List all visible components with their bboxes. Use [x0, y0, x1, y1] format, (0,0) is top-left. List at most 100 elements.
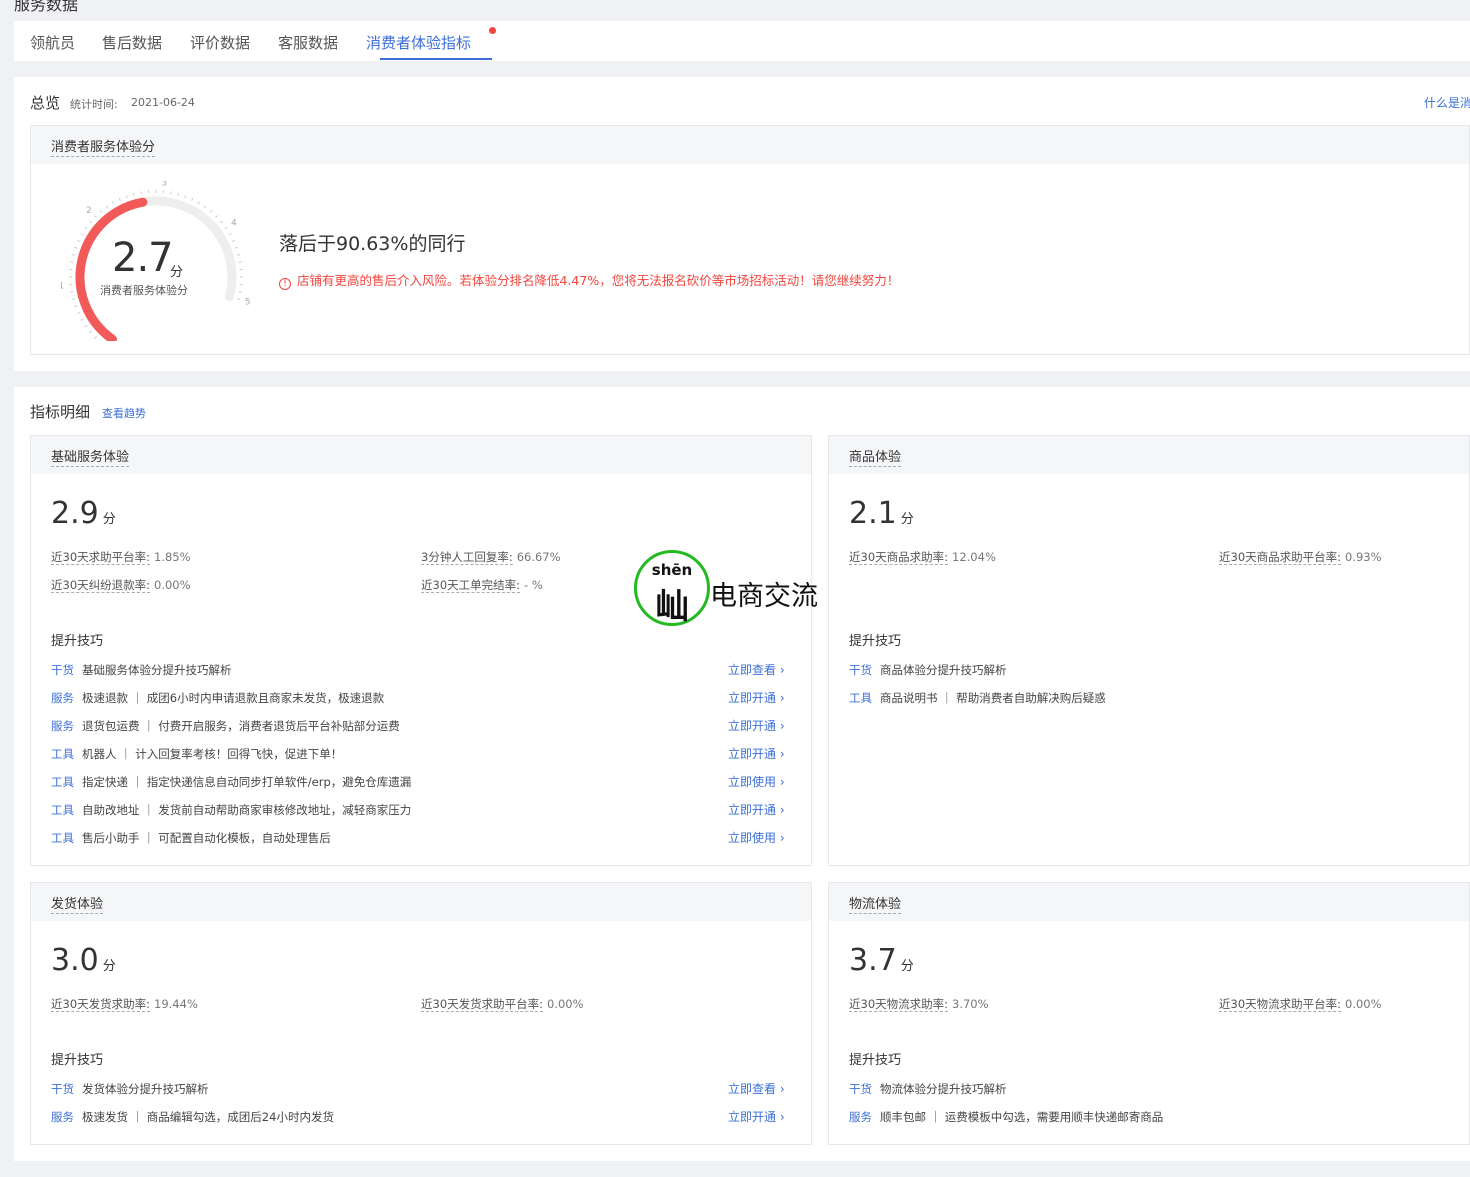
tip-action-link[interactable]: 立即查看 ›: [728, 661, 785, 678]
gauge-tick: [74, 246, 78, 249]
gauge-tick: [234, 246, 238, 249]
metric-value: 0.00%: [154, 578, 191, 592]
tips-title: 提升技巧: [849, 1053, 902, 1068]
gauge-tick-label: 2: [86, 206, 92, 216]
peer-rank-text: 落后于90.63%的同行: [279, 233, 466, 255]
tip-tag: 工具: [51, 803, 74, 817]
tab-bar: 领航员 售后数据 评价数据 客服数据 消费者体验指标: [14, 21, 1470, 61]
watermark: shēn 屾 电商交流: [634, 550, 844, 630]
gauge-tick: [209, 210, 213, 213]
tip-item: 干货 物流体验分提升技巧解析: [849, 1081, 1007, 1097]
score-value: 3.0: [51, 943, 99, 978]
gauge-tick: [184, 195, 187, 199]
tips-title: 提升技巧: [849, 634, 902, 649]
stat-date-label: 统计时间:: [70, 98, 118, 111]
metric-label: 近30天物流求助率:: [849, 997, 949, 1012]
tip-action-link[interactable]: 立即开通 ›: [728, 717, 785, 734]
tip-text: 退货包运费 ｜ 付费开启服务，消费者退货后平台补贴部分运费: [82, 719, 400, 733]
tip-action-link[interactable]: 立即开通 ›: [728, 745, 785, 762]
metric-label: 近30天物流求助平台率:: [1219, 997, 1342, 1012]
tip-item: 干货 基础服务体验分提升技巧解析: [51, 662, 232, 678]
gauge-tick: [105, 205, 109, 209]
metric-item: 3分钟人工回复率: 66.67%: [421, 549, 561, 565]
metric-value: 12.04%: [952, 550, 996, 564]
tip-action-link[interactable]: 立即查看 ›: [728, 1080, 785, 1097]
gauge-tick: [231, 239, 236, 242]
tip-action-link[interactable]: 立即使用 ›: [728, 773, 785, 790]
overview-panel: 总览 统计时间: 2021-06-24 什么是消 消费者服务体验分 012345…: [14, 77, 1470, 371]
gauge-tick: [228, 233, 232, 236]
card-title: 商品体验: [849, 446, 902, 467]
tip-tag: 工具: [51, 775, 74, 789]
tip-action-link[interactable]: 立即开通 ›: [728, 801, 785, 818]
metric-value: 1.85%: [154, 550, 191, 564]
score-unit: 分: [900, 959, 914, 974]
tab-reviews[interactable]: 评价数据: [190, 32, 250, 53]
score-value: 3.7: [849, 943, 897, 978]
gauge-tick-label: 3: [161, 181, 167, 188]
metric-label: 3分钟人工回复率:: [421, 550, 513, 565]
tip-text: 极速发货 ｜ 商品编辑勾选，成团后24小时内发货: [82, 1110, 334, 1124]
logistics-experience-card: 物流体验 3.7 分 近30天物流求助率: 3.70% 近30天物流求助平台率: 0.…: [828, 882, 1470, 1145]
help-link[interactable]: 什么是消: [1424, 94, 1470, 111]
detail-panel: 指标明细 查看趋势 基础服务体验 2.9 分 近30天求助平台率: 1.85% 3分…: [14, 387, 1470, 1161]
metric-label: 近30天发货求助率:: [51, 997, 151, 1012]
gauge-tick-label: 4: [231, 219, 237, 229]
gauge-tick: [71, 253, 75, 256]
gauge-tick: [70, 291, 74, 293]
tip-tag: 服务: [849, 1110, 872, 1124]
gauge-tick: [215, 215, 218, 218]
tip-action-link[interactable]: 立即开通 ›: [728, 1108, 785, 1125]
tip-tag: 干货: [51, 663, 74, 677]
gauge-tick: [89, 220, 92, 224]
metric-item: 近30天发货求助率: 19.44%: [51, 996, 198, 1012]
score-value: 2.9: [51, 496, 99, 531]
tip-action-link[interactable]: 立即使用 ›: [728, 829, 785, 846]
gauge-tick: [71, 298, 75, 301]
view-trend-link[interactable]: 查看趋势: [102, 405, 146, 421]
score-gauge: 012345 2.7 分 消费者服务体验分: [58, 178, 251, 360]
tab-consumer-experience[interactable]: 消费者体验指标: [366, 32, 471, 53]
gauge-tick: [140, 191, 142, 195]
gauge-tick: [70, 261, 74, 263]
tab-customer-service[interactable]: 客服数据: [278, 32, 338, 53]
tip-tag: 干货: [51, 1082, 74, 1096]
tip-text: 基础服务体验分提升技巧解析: [82, 663, 232, 677]
product-score: 2.1 分: [849, 496, 914, 531]
tab-navigator[interactable]: 领航员: [30, 32, 75, 53]
tip-item: 干货 发货体验分提升技巧解析: [51, 1081, 209, 1097]
card-header: 消费者服务体验分: [31, 126, 1469, 164]
shipping-score: 3.0 分: [51, 943, 116, 978]
metric-value: 0.93%: [1345, 550, 1382, 564]
gauge-tick: [177, 192, 180, 196]
gauge-tick: [132, 192, 135, 196]
gauge-tick: [191, 197, 194, 202]
metric-label: 近30天工单完结率:: [421, 578, 521, 593]
gauge-tick-label: 1: [61, 281, 64, 291]
metric-label: 近30天纠纷退款率:: [51, 578, 151, 593]
gauge-caption: 消费者服务体验分: [100, 284, 188, 297]
gauge-tick: [74, 305, 78, 308]
gauge-tick: [118, 197, 121, 202]
tip-tag: 服务: [51, 719, 74, 733]
card-title: 发货体验: [51, 893, 104, 914]
tip-text: 售后小助手 ｜ 可配置自动化模板，自动处理售后: [82, 831, 331, 845]
metric-value: 19.44%: [154, 997, 198, 1011]
metric-item: 近30天工单完结率: - %: [421, 577, 543, 593]
card-title: 基础服务体验: [51, 446, 130, 467]
risk-warning: ! 店铺有更高的售后介入风险。若体验分排名降低4.47%，您将无法报名砍价等市场招…: [279, 270, 899, 290]
notification-dot: [489, 27, 496, 34]
tip-text: 发货体验分提升技巧解析: [82, 1082, 209, 1096]
tab-after-sales[interactable]: 售后数据: [102, 32, 162, 53]
metric-item: 近30天商品求助率: 12.04%: [849, 549, 996, 565]
gauge-tick: [238, 261, 242, 263]
tips-title: 提升技巧: [51, 634, 104, 649]
tip-action-link[interactable]: 立即开通 ›: [728, 689, 785, 706]
tips-title: 提升技巧: [51, 1053, 104, 1068]
tip-text: 机器人 ｜ 计入回复率考核！回得飞快，促进下单！: [82, 747, 343, 761]
metric-label: 近30天求助平台率:: [51, 550, 151, 565]
risk-warning-text: 店铺有更高的售后介入风险。若体验分排名降低4.47%，您将无法报名砍价等市场招标…: [297, 273, 900, 288]
gauge-tick: [203, 205, 207, 209]
warning-icon: !: [279, 278, 291, 290]
card-title: 消费者服务体验分: [51, 136, 156, 157]
